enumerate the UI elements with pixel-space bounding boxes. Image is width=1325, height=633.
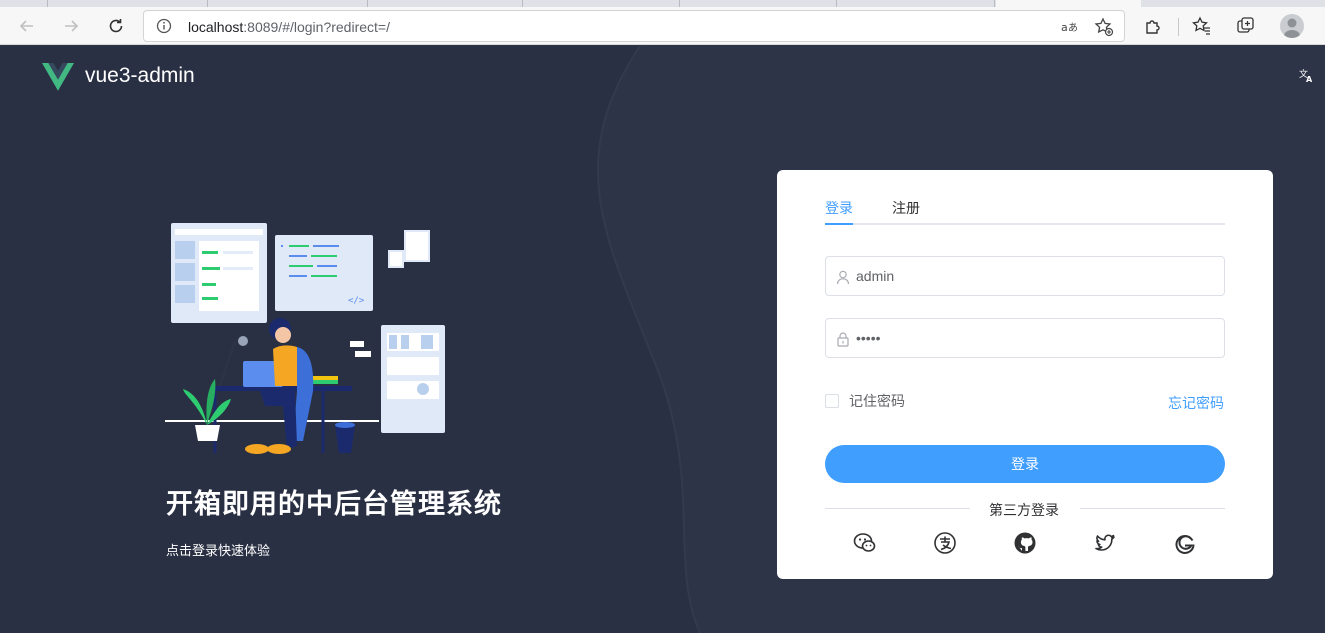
alipay-icon[interactable]	[933, 531, 957, 555]
address-bar[interactable]: localhost:8089/#/login?redirect=/ aあ	[143, 10, 1125, 42]
vue-logo-icon	[42, 63, 74, 91]
reload-button[interactable]	[101, 11, 131, 41]
reload-icon	[109, 19, 123, 33]
svg-text:あ: あ	[1068, 22, 1078, 34]
browser-tab[interactable]	[48, 0, 208, 7]
login-page: vue3-admin 文 A </> 开箱即用的中后台管理系统 点击登录快速体验…	[0, 46, 1325, 633]
svg-text:A: A	[1306, 75, 1313, 83]
lock-icon	[837, 332, 849, 347]
browser-tab[interactable]	[680, 0, 837, 7]
login-button[interactable]: 登录	[825, 445, 1225, 483]
svg-text:a: a	[1061, 21, 1068, 34]
remember-password[interactable]: 记住密码	[825, 391, 905, 411]
info-icon[interactable]	[156, 18, 172, 34]
browser-tab-strip	[0, 0, 1325, 7]
browser-tab[interactable]	[837, 0, 995, 7]
username-input[interactable]	[856, 257, 1216, 295]
third-party-label: 第三方登录	[989, 502, 1059, 518]
read-aloud-icon[interactable]: aあ	[1059, 17, 1079, 37]
extensions-button[interactable]	[1140, 13, 1166, 39]
browser-tab-active[interactable]	[996, 0, 1141, 7]
arrow-right-icon	[65, 20, 79, 32]
browser-tab[interactable]	[523, 0, 680, 7]
remember-checkbox[interactable]	[825, 394, 839, 408]
app-logo-text: vue3-admin	[85, 64, 195, 87]
tab-login[interactable]: 登录	[825, 198, 853, 218]
browser-tab[interactable]	[368, 0, 523, 7]
forward-button[interactable]	[56, 11, 86, 41]
arrow-left-icon	[19, 20, 33, 32]
tab-register[interactable]: 注册	[892, 198, 920, 218]
profile-avatar[interactable]	[1280, 14, 1304, 38]
github-icon[interactable]	[1013, 531, 1037, 555]
favorites-button[interactable]	[1189, 13, 1215, 39]
login-tabs: 登录 注册	[825, 192, 1225, 225]
divider-right	[1080, 508, 1225, 509]
url-text[interactable]: localhost:8089/#/login?redirect=/	[188, 19, 390, 35]
favorites-list-icon	[1192, 16, 1210, 35]
username-field[interactable]	[825, 256, 1225, 296]
forgot-password-link[interactable]: 忘记密码	[1168, 393, 1224, 413]
developer-illustration: </>	[165, 223, 445, 454]
hero-subtitle: 点击登录快速体验	[166, 543, 271, 558]
url-path: :8089/#/login?redirect=/	[243, 19, 390, 35]
svg-text:</>: </>	[348, 296, 365, 306]
password-field[interactable]	[825, 318, 1225, 358]
user-avatar-icon	[1284, 18, 1300, 38]
login-card: 登录 注册 记住密码 忘记密码 登录 第三方登录	[777, 170, 1273, 579]
google-icon[interactable]	[1173, 531, 1197, 555]
browser-toolbar: localhost:8089/#/login?redirect=/ aあ	[0, 7, 1325, 45]
add-favorite-icon[interactable]	[1094, 17, 1114, 37]
tab-active-indicator	[825, 223, 853, 225]
toolbar-divider	[1178, 18, 1179, 36]
wechat-icon[interactable]	[853, 531, 877, 555]
browser-tab[interactable]	[0, 0, 48, 7]
hero-title: 开箱即用的中后台管理系统	[166, 489, 502, 519]
collections-icon	[1237, 17, 1254, 33]
url-host: localhost	[188, 19, 244, 35]
puzzle-icon	[1146, 20, 1160, 34]
back-button[interactable]	[12, 11, 42, 41]
user-icon	[836, 270, 850, 285]
password-input[interactable]	[856, 319, 1216, 357]
collections-button[interactable]	[1233, 13, 1259, 39]
browser-tab[interactable]	[208, 0, 368, 7]
language-translate-icon[interactable]: 文 A	[1299, 67, 1315, 83]
twitter-icon[interactable]	[1093, 531, 1117, 555]
divider-left	[825, 508, 970, 509]
remember-label: 记住密码	[849, 393, 905, 409]
